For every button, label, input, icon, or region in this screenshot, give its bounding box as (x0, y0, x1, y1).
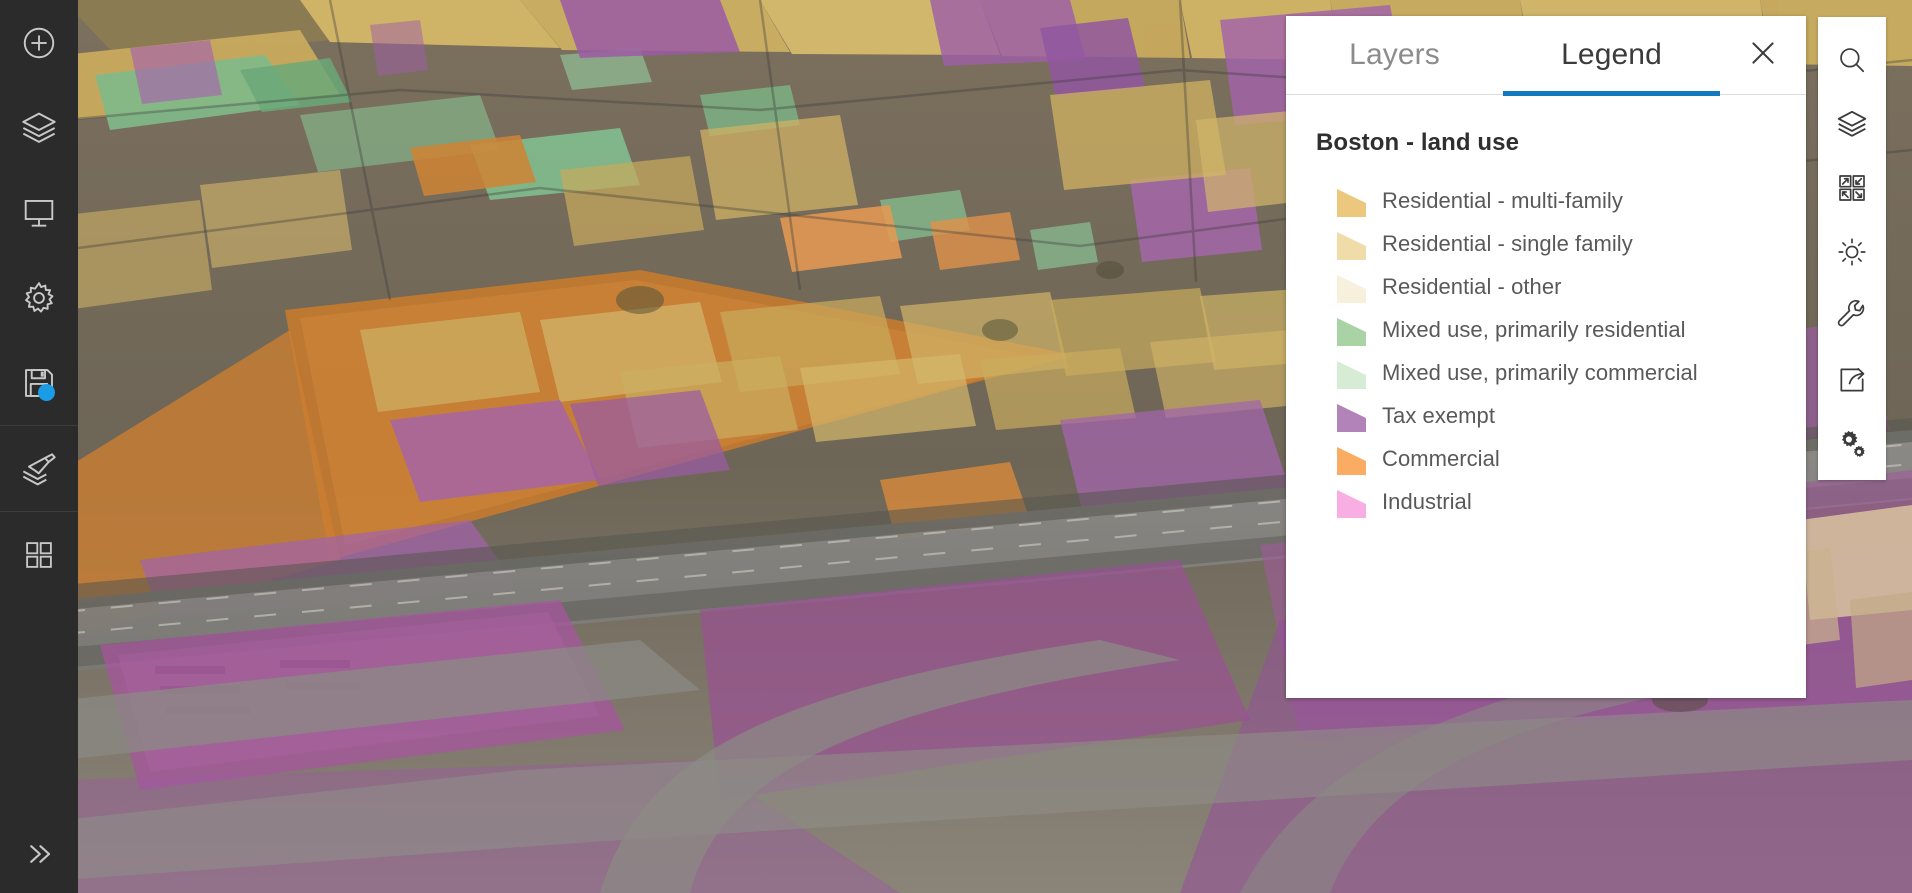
panel-tab-bar: Layers Legend (1286, 16, 1806, 96)
legend-item-label: Tax exempt (1382, 402, 1495, 428)
legend-swatch-wrap (1316, 484, 1382, 519)
sidebar-item-apps[interactable] (0, 512, 78, 597)
layer-list-button[interactable] (1818, 92, 1886, 156)
legend-item: Commercial (1316, 437, 1776, 480)
legend-item: Mixed use, primarily residential (1316, 308, 1776, 351)
left-toolbar (0, 0, 78, 893)
basemap-button[interactable] (1818, 156, 1886, 220)
tab-layers[interactable]: Layers (1286, 16, 1503, 95)
legend-swatch-wrap (1316, 441, 1382, 476)
legend-swatch-wrap (1316, 312, 1382, 347)
share-button[interactable] (1818, 348, 1886, 412)
legend-item: Residential - single family (1316, 222, 1776, 265)
save-notification-badge (38, 384, 55, 401)
legend-item: Mixed use, primarily commercial (1316, 351, 1776, 394)
legend-swatch-wrap (1316, 398, 1382, 433)
legend-swatch-2 (1337, 275, 1366, 303)
presentation-icon (20, 194, 58, 232)
sidebar-item-settings[interactable] (0, 255, 78, 340)
expand-rail-button[interactable] (0, 815, 78, 893)
legend-item: Residential - other (1316, 265, 1776, 308)
double-gear-icon (1836, 428, 1868, 460)
legend-item-label: Residential - single family (1382, 230, 1633, 256)
sidebar-item-edit-layer[interactable] (0, 426, 78, 511)
close-icon (1746, 36, 1780, 75)
wrench-icon (1836, 300, 1868, 332)
tool-settings-button[interactable] (1818, 412, 1886, 476)
legend-item-label: Commercial (1382, 445, 1500, 471)
close-panel-button[interactable] (1720, 16, 1806, 95)
legend-swatch-wrap (1316, 269, 1382, 304)
legend-swatch-1 (1337, 232, 1366, 260)
share-box-arrow-icon (1836, 364, 1868, 396)
plus-circle-icon (20, 24, 58, 62)
legend-swatch-wrap (1316, 183, 1382, 218)
double-chevron-right-icon (22, 837, 56, 871)
sidebar-item-layers[interactable] (0, 85, 78, 170)
legend-swatch-wrap (1316, 226, 1382, 261)
tab-legend[interactable]: Legend (1503, 16, 1720, 96)
legend-swatch-5 (1337, 404, 1366, 432)
basemap-grid-icon (1836, 172, 1868, 204)
legend-item-label: Residential - multi-family (1382, 187, 1623, 213)
right-toolbar (1818, 17, 1886, 480)
layers-icon (1835, 107, 1869, 141)
legend-swatch-0 (1337, 189, 1366, 217)
layers-icon (19, 108, 59, 148)
legend-item-list: Residential - multi-family Residential - … (1316, 179, 1776, 523)
legend-item: Residential - multi-family (1316, 179, 1776, 222)
legend-swatch-3 (1337, 318, 1366, 346)
legend-item-label: Mixed use, primarily commercial (1382, 359, 1698, 385)
sidebar-item-save[interactable] (0, 340, 78, 425)
search-icon (1836, 44, 1868, 76)
legend-swatch-7 (1337, 490, 1366, 518)
legend-layer-title: Boston - land use (1316, 129, 1520, 156)
legend-swatch-4 (1337, 361, 1366, 389)
layers-pencil-icon (19, 449, 59, 489)
grid-squares-icon (22, 538, 56, 572)
search-button[interactable] (1818, 28, 1886, 92)
measure-button[interactable] (1818, 284, 1886, 348)
legend-item: Industrial (1316, 480, 1776, 523)
legend-swatch-6 (1337, 447, 1366, 475)
gear-icon (20, 279, 58, 317)
legend-item-label: Mixed use, primarily residential (1382, 316, 1686, 342)
scene-viewer-app: Layers Legend Boston - land use Resident… (0, 0, 1912, 893)
add-layer-button[interactable] (0, 0, 78, 85)
daylight-button[interactable] (1818, 220, 1886, 284)
legend-item-label: Residential - other (1382, 273, 1562, 299)
sun-icon (1836, 236, 1868, 268)
legend-swatch-wrap (1316, 355, 1382, 390)
legend-item-label: Industrial (1382, 488, 1472, 514)
layers-legend-panel: Layers Legend Boston - land use Resident… (1286, 16, 1806, 698)
sidebar-item-slides[interactable] (0, 170, 78, 255)
legend-content: Boston - land use Residential - multi-fa… (1286, 95, 1806, 698)
legend-item: Tax exempt (1316, 394, 1776, 437)
